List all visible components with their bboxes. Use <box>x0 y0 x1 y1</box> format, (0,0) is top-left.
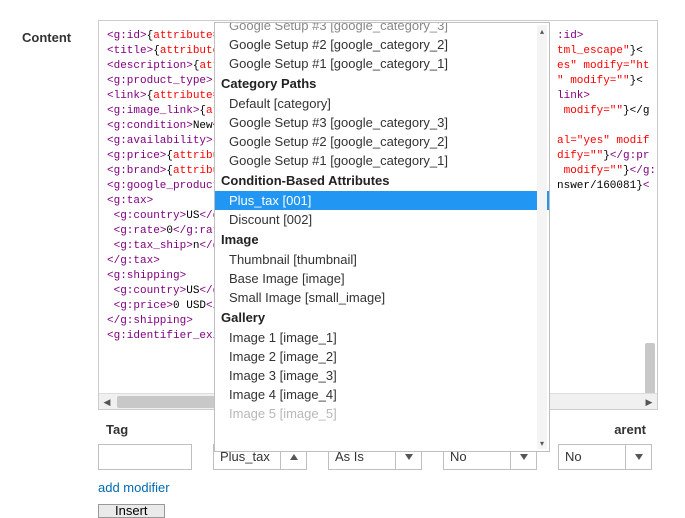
chevron-down-icon[interactable] <box>625 445 651 469</box>
option-select-2-value: No <box>559 445 625 469</box>
vertical-scrollbar[interactable] <box>645 43 655 410</box>
dropdown-scrollbar[interactable]: ▴ ▾ <box>537 25 547 449</box>
scroll-up-icon[interactable]: ▴ <box>537 25 547 37</box>
dropdown-item[interactable]: Google Setup #1 [google_category_1] <box>215 54 549 73</box>
scroll-right-icon[interactable]: ▶ <box>641 394 657 410</box>
dropdown-item[interactable]: Discount [002] <box>215 210 549 229</box>
dropdown-group-header: Gallery <box>215 307 549 328</box>
dropdown-item[interactable]: Image 1 [image_1] <box>215 328 549 347</box>
dropdown-item[interactable]: Google Setup #2 [google_category_2] <box>215 132 549 151</box>
dropdown-item[interactable]: Google Setup #3 [google_category_3] <box>215 113 549 132</box>
dropdown-item[interactable]: Base Image [image] <box>215 269 549 288</box>
dropdown-group-header: Image <box>215 229 549 250</box>
parent-label: arent <box>614 422 646 437</box>
attribute-dropdown[interactable]: Google Setup #3 [google_category_3]Googl… <box>214 22 550 452</box>
content-label: Content <box>22 30 71 45</box>
scroll-down-icon[interactable]: ▾ <box>537 437 547 449</box>
dropdown-item[interactable]: Google Setup #1 [google_category_1] <box>215 151 549 170</box>
dropdown-group-header: Condition-Based Attributes <box>215 170 549 191</box>
dropdown-item[interactable]: Plus_tax [001] <box>215 191 549 210</box>
dropdown-item[interactable]: Image 5 [image_5] <box>215 404 549 423</box>
dropdown-item[interactable]: Default [category] <box>215 94 549 113</box>
option-select-2[interactable]: No <box>558 444 652 470</box>
tag-label: Tag <box>106 422 128 437</box>
dropdown-group-header: Category Paths <box>215 73 549 94</box>
dropdown-item[interactable]: Thumbnail [thumbnail] <box>215 250 549 269</box>
tag-input[interactable] <box>98 444 192 470</box>
dropdown-item[interactable]: Image 3 [image_3] <box>215 366 549 385</box>
dropdown-item[interactable]: Google Setup #3 [google_category_3] <box>215 22 549 35</box>
dropdown-item[interactable]: Image 4 [image_4] <box>215 385 549 404</box>
insert-button[interactable]: Insert <box>98 504 165 518</box>
dropdown-item[interactable]: Image 2 [image_2] <box>215 347 549 366</box>
scroll-left-icon[interactable]: ◀ <box>99 394 115 410</box>
dropdown-item[interactable]: Small Image [small_image] <box>215 288 549 307</box>
dropdown-item[interactable]: Google Setup #2 [google_category_2] <box>215 35 549 54</box>
add-modifier-link[interactable]: add modifier <box>98 480 170 495</box>
